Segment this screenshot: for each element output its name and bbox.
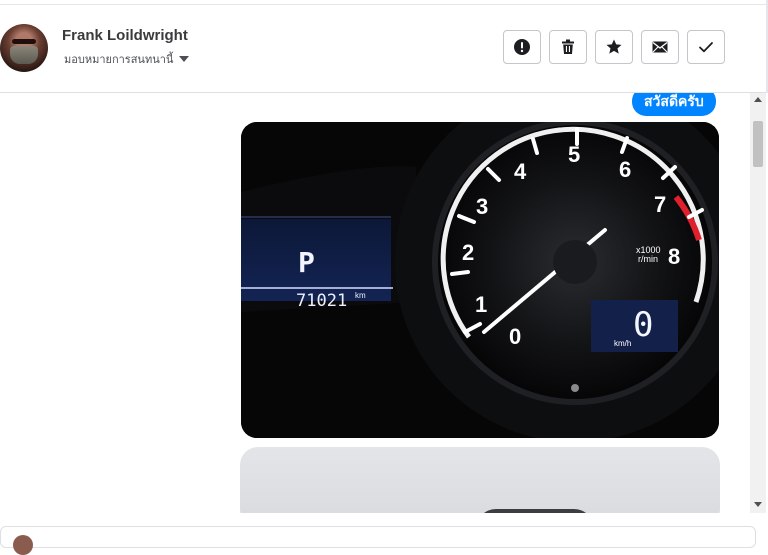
conversation-header: Frank Loildwright มอบหมายการสนทนานี้ (0, 5, 766, 93)
svg-text:2: 2 (462, 240, 474, 265)
mark-spam-button[interactable] (503, 30, 541, 64)
svg-text:7: 7 (654, 192, 666, 217)
message-thread: สวัสดีครับ P 71021 km 0 1 2 3 4 5 6 7 8 … (0, 93, 750, 513)
speed-unit: km/h (614, 339, 631, 348)
avatar-eyes (12, 39, 36, 44)
header-actions (503, 30, 725, 64)
avatar-mask (10, 46, 38, 64)
contact-name[interactable]: Frank Loildwright (62, 27, 188, 44)
assign-label: มอบหมายการสนทนานี้ (64, 54, 174, 66)
scroll-thumb[interactable] (753, 121, 763, 167)
odometer-unit: km (355, 291, 366, 300)
message-composer[interactable] (0, 526, 756, 555)
svg-text:0: 0 (509, 324, 521, 349)
svg-text:6: 6 (619, 157, 631, 182)
scroll-down-arrow-icon[interactable] (754, 502, 762, 507)
contact-avatar[interactable] (0, 24, 48, 72)
scroll-up-arrow-icon[interactable] (754, 97, 762, 102)
assign-conversation-dropdown[interactable]: มอบหมายการสนทนานี้ (64, 50, 190, 68)
alert-icon (514, 39, 530, 55)
composer-avatar (13, 535, 33, 555)
envelope-icon (652, 41, 668, 53)
instrument-cluster-image: P 71021 km 0 1 2 3 4 5 6 7 8 x1000 r/min… (241, 122, 719, 438)
speed-reading: 0 (633, 305, 653, 345)
star-button[interactable] (595, 30, 633, 64)
svg-text:5: 5 (568, 142, 580, 167)
tach-unit: r/min (638, 254, 658, 264)
chevron-down-icon (179, 56, 190, 62)
odometer-reading: 71021 (296, 291, 347, 311)
delete-button[interactable] (549, 30, 587, 64)
message-image-photo-2[interactable] (240, 447, 720, 513)
svg-text:4: 4 (514, 159, 527, 184)
svg-text:3: 3 (476, 194, 488, 219)
message-bubble[interactable]: สวัสดีครับ (632, 93, 716, 116)
partial-photo-content (476, 509, 594, 513)
mark-unread-button[interactable] (641, 30, 679, 64)
trash-icon (562, 39, 574, 54)
svg-text:1: 1 (475, 292, 487, 317)
svg-text:8: 8 (668, 244, 680, 269)
star-icon (606, 39, 622, 54)
thread-scrollbar[interactable] (750, 93, 766, 513)
gear-indicator: P (298, 246, 315, 279)
check-icon (699, 42, 713, 53)
message-image-photo[interactable]: P 71021 km 0 1 2 3 4 5 6 7 8 x1000 r/min… (241, 122, 719, 438)
mark-done-button[interactable] (687, 30, 725, 64)
